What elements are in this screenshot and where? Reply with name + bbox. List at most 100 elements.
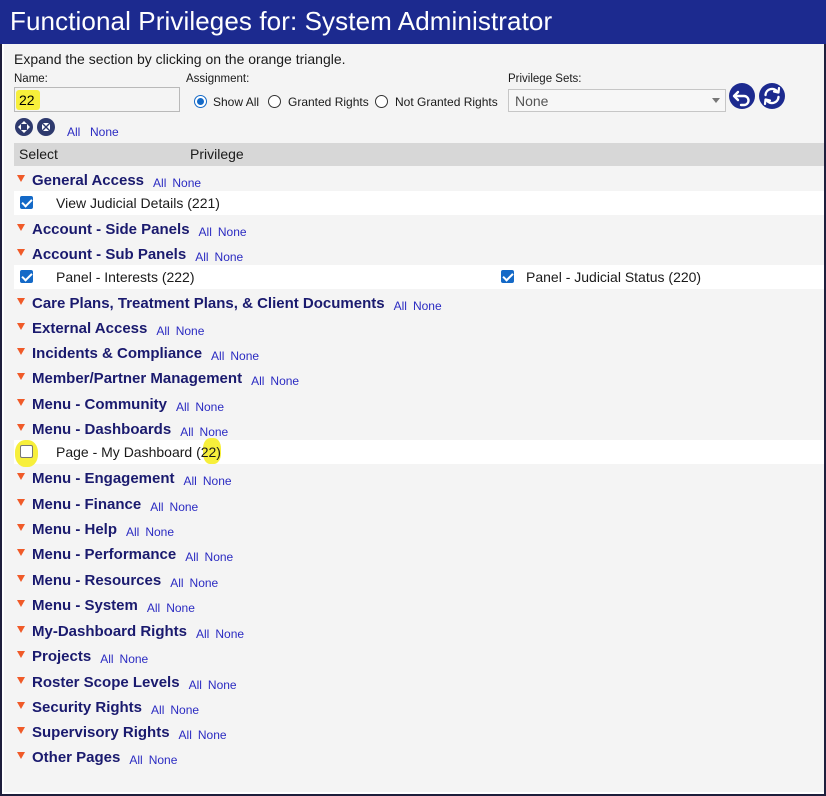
expand-all-button[interactable]: [15, 118, 33, 136]
privilege-checkbox[interactable]: [20, 445, 33, 458]
expand-triangle-icon[interactable]: [17, 249, 25, 256]
section-all-link[interactable]: All: [153, 176, 166, 190]
privilege-checkbox[interactable]: [20, 270, 33, 283]
section-none-link[interactable]: None: [120, 652, 149, 666]
section-none-link[interactable]: None: [172, 176, 201, 190]
expand-triangle-icon[interactable]: [17, 651, 25, 658]
section-none-link[interactable]: None: [413, 299, 442, 313]
section-none-link[interactable]: None: [215, 627, 244, 641]
section-all-link[interactable]: All: [156, 324, 169, 338]
privilege-checkbox[interactable]: [501, 270, 514, 283]
refresh-button[interactable]: [759, 83, 785, 109]
section-none-link[interactable]: None: [176, 324, 205, 338]
show-all-radio[interactable]: [194, 95, 207, 108]
section-title[interactable]: Projects: [32, 648, 91, 665]
section-all-link[interactable]: All: [196, 627, 209, 641]
collapse-all-button[interactable]: [37, 118, 55, 136]
section-title[interactable]: Other Pages: [32, 749, 120, 766]
section-none-link[interactable]: None: [145, 525, 174, 539]
section-none-link[interactable]: None: [166, 601, 195, 615]
section-title[interactable]: Menu - Dashboards: [32, 421, 171, 438]
expand-triangle-icon[interactable]: [17, 626, 25, 633]
section-all-link[interactable]: All: [394, 299, 407, 313]
section-none-link[interactable]: None: [208, 678, 237, 692]
section-title[interactable]: Security Rights: [32, 699, 142, 716]
granted-rights-radio[interactable]: [268, 95, 281, 108]
section-title[interactable]: General Access: [32, 172, 144, 189]
privilege-row: Page - My Dashboard (22): [14, 438, 824, 467]
section-title[interactable]: Member/Partner Management: [32, 370, 242, 387]
section-none-link[interactable]: None: [230, 349, 259, 363]
section-none-link[interactable]: None: [149, 753, 178, 767]
section-all-link[interactable]: All: [176, 400, 189, 414]
expand-triangle-icon[interactable]: [17, 323, 25, 330]
section-title[interactable]: Incidents & Compliance: [32, 345, 202, 362]
expand-triangle-icon[interactable]: [17, 298, 25, 305]
section-title[interactable]: Menu - System: [32, 597, 138, 614]
section-title[interactable]: Menu - Finance: [32, 496, 141, 513]
section-all-link[interactable]: All: [189, 678, 202, 692]
privilege-sets-select[interactable]: None: [508, 89, 726, 112]
section-none-link[interactable]: None: [195, 400, 224, 414]
section-all-link[interactable]: All: [180, 425, 193, 439]
not-granted-rights-radio[interactable]: [375, 95, 388, 108]
section-none-link[interactable]: None: [170, 703, 199, 717]
section-all-link[interactable]: All: [184, 474, 197, 488]
section-title[interactable]: Menu - Resources: [32, 572, 161, 589]
section-none-link[interactable]: None: [215, 250, 244, 264]
expand-triangle-icon[interactable]: [17, 752, 25, 759]
select-none-link[interactable]: None: [90, 125, 119, 139]
section-all-link[interactable]: All: [199, 225, 212, 239]
section-all-link[interactable]: All: [195, 250, 208, 264]
section-title[interactable]: Roster Scope Levels: [32, 674, 180, 691]
section-all-link[interactable]: All: [100, 652, 113, 666]
section-none-link[interactable]: None: [200, 425, 229, 439]
section-all-link[interactable]: All: [151, 703, 164, 717]
expand-triangle-icon[interactable]: [17, 424, 25, 431]
expand-triangle-icon[interactable]: [17, 575, 25, 582]
section-all-link[interactable]: All: [126, 525, 139, 539]
section-none-link[interactable]: None: [170, 500, 199, 514]
section-title[interactable]: Account - Side Panels: [32, 221, 190, 238]
expand-triangle-icon[interactable]: [17, 224, 25, 231]
section-title[interactable]: Menu - Help: [32, 521, 117, 538]
expand-triangle-icon[interactable]: [17, 473, 25, 480]
expand-triangle-icon[interactable]: [17, 524, 25, 531]
expand-triangle-icon[interactable]: [17, 600, 25, 607]
expand-triangle-icon[interactable]: [17, 677, 25, 684]
section-all-link[interactable]: All: [251, 374, 264, 388]
section-title[interactable]: External Access: [32, 320, 147, 337]
section-title[interactable]: My-Dashboard Rights: [32, 623, 187, 640]
section-title[interactable]: Care Plans, Treatment Plans, & Client Do…: [32, 295, 385, 312]
section-all-link[interactable]: All: [185, 550, 198, 564]
expand-triangle-icon[interactable]: [17, 702, 25, 709]
section-none-link[interactable]: None: [198, 728, 227, 742]
section-title[interactable]: Menu - Performance: [32, 546, 176, 563]
privilege-checkbox[interactable]: [20, 196, 33, 209]
undo-button[interactable]: [729, 83, 755, 109]
expand-triangle-icon[interactable]: [17, 727, 25, 734]
section-none-link[interactable]: None: [218, 225, 247, 239]
expand-triangle-icon[interactable]: [17, 348, 25, 355]
expand-triangle-icon[interactable]: [17, 499, 25, 506]
expand-triangle-icon[interactable]: [17, 373, 25, 380]
name-input[interactable]: [14, 87, 180, 112]
section-all-link[interactable]: All: [179, 728, 192, 742]
section-none-link[interactable]: None: [190, 576, 219, 590]
expand-triangle-icon[interactable]: [17, 175, 25, 182]
section-none-link[interactable]: None: [205, 550, 234, 564]
section-title[interactable]: Account - Sub Panels: [32, 246, 186, 263]
section-all-link[interactable]: All: [129, 753, 142, 767]
section-all-link[interactable]: All: [147, 601, 160, 615]
section-title[interactable]: Menu - Community: [32, 396, 167, 413]
section-all-link[interactable]: All: [150, 500, 163, 514]
section-none-link[interactable]: None: [203, 474, 232, 488]
section-none-link[interactable]: None: [270, 374, 299, 388]
section-title[interactable]: Menu - Engagement: [32, 470, 175, 487]
expand-triangle-icon[interactable]: [17, 399, 25, 406]
section-all-link[interactable]: All: [211, 349, 224, 363]
expand-triangle-icon[interactable]: [17, 549, 25, 556]
section-all-link[interactable]: All: [170, 576, 183, 590]
section-title[interactable]: Supervisory Rights: [32, 724, 170, 741]
select-all-link[interactable]: All: [67, 125, 80, 139]
